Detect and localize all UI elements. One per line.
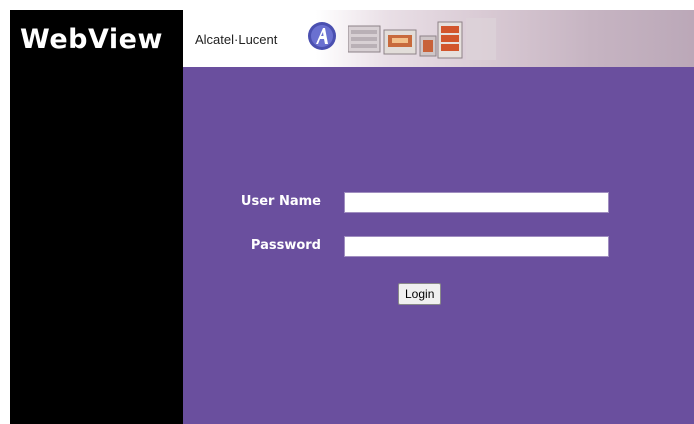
password-label: Password <box>250 238 321 253</box>
header-banner: Alcatel·Lucent <box>183 10 694 67</box>
network-equipment-illustration <box>348 18 496 60</box>
password-field[interactable] <box>344 236 609 257</box>
sidebar: WebView <box>10 10 183 424</box>
login-button[interactable]: Login <box>398 283 442 305</box>
app-title: WebView <box>20 24 163 55</box>
alcatel-lucent-logo-icon <box>308 22 336 50</box>
brand-name: Alcatel·Lucent <box>195 32 278 47</box>
login-panel: User Name Password Login <box>183 67 694 424</box>
username-field[interactable] <box>344 192 609 213</box>
username-label: User Name <box>240 194 321 209</box>
